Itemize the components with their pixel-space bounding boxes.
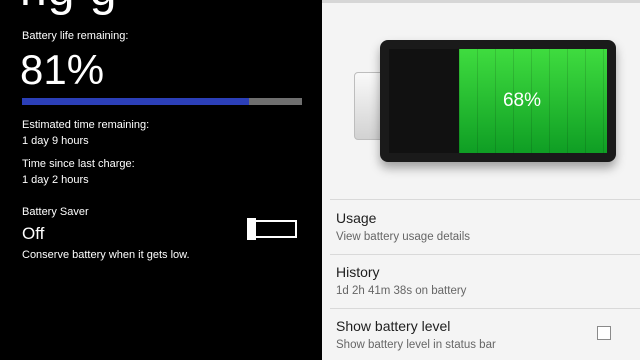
time-since-charge-value: 1 day 2 hours xyxy=(22,174,89,186)
battery-level-fill xyxy=(22,98,249,105)
battery-saver-toggle[interactable] xyxy=(247,218,297,240)
history-title: History xyxy=(336,264,380,280)
time-since-charge-label: Time since last charge: xyxy=(22,158,135,170)
divider xyxy=(330,308,640,309)
left-battery-panel: ng g Battery life remaining: 81% Estimat… xyxy=(0,0,322,360)
divider xyxy=(330,254,640,255)
battery-saver-label: Battery Saver xyxy=(22,206,89,218)
divider xyxy=(330,199,640,200)
battery-life-label: Battery life remaining: xyxy=(22,30,129,42)
battery-level-bar xyxy=(22,98,302,105)
page-title: ng g xyxy=(20,0,117,17)
show-battery-level-subtitle: Show battery level in status bar xyxy=(336,339,496,351)
usage-subtitle: View battery usage details xyxy=(336,231,471,243)
battery-saver-state: Off xyxy=(22,224,45,243)
header-strip xyxy=(322,0,640,3)
estimated-time-label: Estimated time remaining: xyxy=(22,119,150,131)
battery-terminal xyxy=(354,72,382,140)
usage-title: Usage xyxy=(336,210,377,226)
toggle-knob[interactable] xyxy=(247,218,256,240)
right-battery-settings-panel: 68% Usage View battery usage details His… xyxy=(322,0,640,360)
history-subtitle: 1d 2h 41m 38s on battery xyxy=(336,285,467,297)
battery-inner: 68% xyxy=(389,49,607,153)
battery-saver-description: Conserve battery when it gets low. xyxy=(22,249,190,261)
battery-percent: 81% xyxy=(20,46,105,93)
battery-body: 68% xyxy=(380,40,616,162)
estimated-time-value: 1 day 9 hours xyxy=(22,135,89,147)
show-battery-level-title: Show battery level xyxy=(336,318,451,334)
battery-charge-percent: 68% xyxy=(502,90,542,111)
show-battery-level-checkbox[interactable] xyxy=(597,326,611,340)
battery-graphic: 68% xyxy=(354,40,616,162)
